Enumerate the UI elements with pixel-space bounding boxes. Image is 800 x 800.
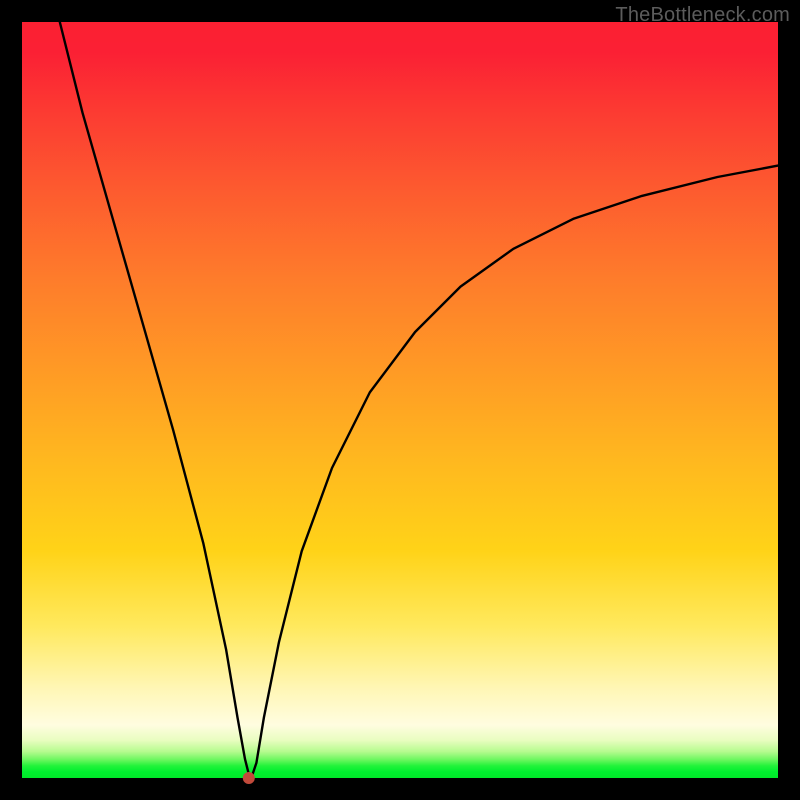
plot-area: [22, 22, 778, 778]
minimum-marker: [243, 772, 255, 784]
bottleneck-curve: [22, 22, 778, 778]
curve-line: [60, 22, 778, 774]
chart-frame: TheBottleneck.com: [0, 0, 800, 800]
watermark-text: TheBottleneck.com: [615, 4, 790, 27]
